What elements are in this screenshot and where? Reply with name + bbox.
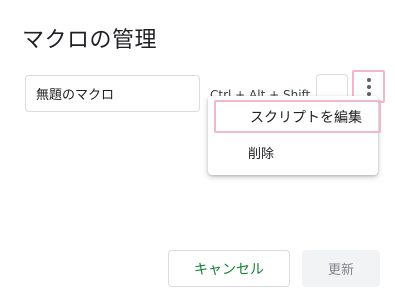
macro-name-input[interactable] bbox=[25, 75, 200, 112]
macro-options-menu: スクリプトを編集 削除 bbox=[208, 96, 381, 175]
update-button[interactable]: 更新 bbox=[302, 250, 380, 287]
menu-item-edit-script[interactable]: スクリプトを編集 bbox=[214, 100, 381, 133]
dialog-title: マクロの管理 bbox=[22, 28, 158, 53]
more-vert-icon bbox=[366, 77, 371, 96]
cancel-button[interactable]: キャンセル bbox=[168, 250, 290, 287]
menu-item-delete[interactable]: 削除 bbox=[208, 136, 378, 168]
